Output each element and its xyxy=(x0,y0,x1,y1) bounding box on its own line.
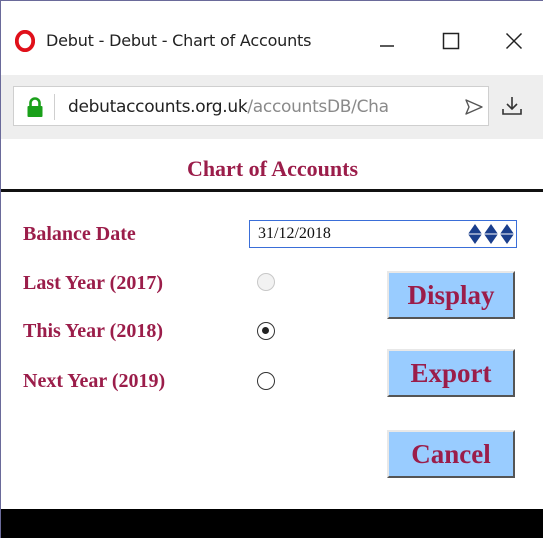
page-title: Chart of Accounts xyxy=(186,156,359,181)
export-button[interactable]: Export xyxy=(387,349,515,397)
maximize-icon xyxy=(442,32,460,50)
radio-selected-dot xyxy=(262,327,269,334)
this-year-label: This Year (2018) xyxy=(23,320,163,342)
close-button[interactable] xyxy=(494,23,534,59)
minimize-icon xyxy=(380,45,394,47)
send-icon[interactable] xyxy=(464,98,484,116)
opera-logo-icon xyxy=(15,30,35,52)
browser-window: Debut - Debut - Chart of Accounts debuta… xyxy=(0,0,543,538)
last-year-radio[interactable] xyxy=(257,273,275,291)
balance-date-label: Balance Date xyxy=(23,223,136,245)
maximize-button[interactable] xyxy=(431,23,471,59)
cancel-button[interactable]: Cancel xyxy=(387,430,515,478)
minimize-button[interactable] xyxy=(367,23,407,59)
title-bar: Debut - Debut - Chart of Accounts xyxy=(1,1,543,75)
close-icon xyxy=(505,32,523,50)
url-field[interactable]: debutaccounts.org.uk/accountsDB/Cha xyxy=(13,86,489,126)
date-spinner-icon[interactable] xyxy=(467,223,515,245)
address-bar: debutaccounts.org.uk/accountsDB/Cha xyxy=(1,75,543,139)
download-icon[interactable] xyxy=(501,95,523,117)
display-button[interactable]: Display xyxy=(387,271,515,319)
window-title: Debut - Debut - Chart of Accounts xyxy=(46,31,312,50)
next-year-radio[interactable] xyxy=(257,372,275,390)
bottom-black-bar xyxy=(1,509,543,538)
url-path: /accountsDB/Cha xyxy=(247,97,389,117)
balance-date-value: 31/12/2018 xyxy=(258,225,331,242)
title-divider xyxy=(1,189,543,192)
next-year-label: Next Year (2019) xyxy=(23,370,166,392)
this-year-radio[interactable] xyxy=(257,322,275,340)
url-separator xyxy=(54,94,55,120)
url-text: debutaccounts.org.uk/accountsDB/Cha xyxy=(68,97,478,117)
last-year-label: Last Year (2017) xyxy=(23,272,163,294)
url-domain: debutaccounts.org.uk xyxy=(68,97,248,117)
page-content: Chart of Accounts Balance Date 31/12/201… xyxy=(1,139,543,509)
balance-date-input[interactable]: 31/12/2018 xyxy=(249,220,517,248)
lock-icon xyxy=(27,97,43,117)
